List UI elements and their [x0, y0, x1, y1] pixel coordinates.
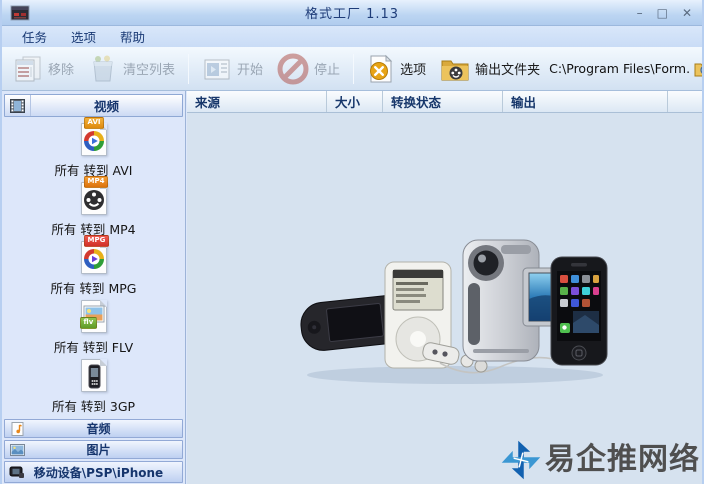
sidebar-section-video[interactable]: 视频	[4, 94, 183, 117]
clear-list-button[interactable]: 清空列表	[81, 51, 182, 87]
column-convert-state[interactable]: 转换状态	[383, 91, 503, 112]
stop-button[interactable]: 停止	[270, 50, 347, 88]
output-folder-icon	[441, 60, 469, 80]
minimize-button[interactable]: –	[637, 7, 643, 19]
format-factory-window: 格式工厂 1.13 – □ ✕ 任务 选项 帮助 移除 清空列表 开始 停止 选…	[0, 0, 704, 484]
mobile-device-icon	[5, 466, 29, 479]
audio-section-label: 音频	[86, 422, 111, 436]
menu-help[interactable]: 帮助	[114, 26, 151, 47]
video-items-list: AVI 所有 转到 AVI MP4 所有 转到 MP4 MPG 所有 转到 MP…	[4, 117, 183, 417]
task-list-area[interactable]: 易企推网络	[187, 113, 702, 484]
output-folder-button[interactable]: 输出文件夹	[433, 52, 547, 86]
watermark-text: 易企推网络	[545, 442, 700, 477]
stop-label: 停止	[314, 63, 341, 78]
sidebar-section-audio[interactable]: 音频	[4, 419, 183, 438]
flv-file-icon: flv	[76, 297, 112, 335]
sidebar-item-all-to-avi[interactable]: AVI 所有 转到 AVI	[4, 117, 183, 179]
options-label: 选项	[400, 63, 427, 78]
mpg-tag: MPG	[83, 235, 110, 247]
sidebar-item-label: 所有 转到 MPG	[50, 281, 137, 296]
sidebar-item-label: 所有 转到 3GP	[51, 399, 136, 414]
film-icon	[5, 95, 31, 116]
main-panel: 来源 大小 转换状态 输出 易企推网络	[187, 91, 702, 484]
sidebar-item-all-to-mpg[interactable]: MPG 所有 转到 MPG	[4, 235, 183, 297]
browse-output-button[interactable]	[694, 60, 702, 78]
sidebar-item-label: 所有 转到 FLV	[53, 340, 134, 355]
menu-options[interactable]: 选项	[65, 26, 102, 47]
sidebar-item-all-to-3gp[interactable]: 所有 转到 3GP	[4, 356, 183, 415]
maximize-button[interactable]: □	[657, 7, 668, 19]
avi-file-icon: AVI	[76, 117, 112, 158]
watermark-logo-icon	[501, 440, 541, 480]
column-output[interactable]: 输出	[503, 91, 668, 112]
toolbar-separator	[353, 53, 355, 84]
sidebar-section-picture[interactable]: 图片	[4, 440, 183, 459]
browse-folder-icon	[694, 63, 702, 76]
picture-icon	[5, 443, 29, 456]
sidebar: 视频 AVI 所有 转到 AVI MP4 所有 转到 MP4 MPG 所有 转到…	[2, 91, 186, 484]
start-label: 开始	[237, 63, 264, 78]
column-size[interactable]: 大小	[327, 91, 383, 112]
clear-list-label: 清空列表	[123, 63, 176, 78]
watermark: 易企推网络	[499, 438, 700, 482]
column-source[interactable]: 来源	[187, 91, 327, 112]
avi-tag: AVI	[83, 117, 105, 129]
close-button[interactable]: ✕	[682, 7, 692, 19]
picture-section-label: 图片	[86, 443, 111, 457]
column-blank	[668, 91, 702, 112]
trash-icon	[93, 55, 113, 81]
sidebar-section-mobile-devices[interactable]: 移动设备\PSP\iPhone	[4, 461, 183, 483]
remove-list-icon	[15, 56, 41, 81]
task-list-header: 来源 大小 转换状态 输出	[187, 91, 702, 113]
sidebar-item-all-to-flv[interactable]: flv 所有 转到 FLV	[4, 297, 183, 356]
stop-icon	[277, 53, 309, 84]
options-icon	[370, 54, 393, 82]
3gp-file-icon	[76, 356, 112, 394]
menubar: 任务 选项 帮助	[2, 26, 702, 47]
toolbar: 移除 清空列表 开始 停止 选项 输出文件夹 C:\Program Files\…	[2, 47, 702, 91]
music-note-icon	[5, 421, 29, 436]
flv-tag: flv	[79, 317, 98, 329]
mobile-section-label: 移动设备\PSP\iPhone	[33, 465, 164, 480]
menu-tasks[interactable]: 任务	[16, 26, 53, 47]
remove-button[interactable]: 移除	[6, 51, 81, 87]
mpg-file-icon: MPG	[76, 235, 112, 276]
output-path-value: C:\Program Files\Form.	[549, 61, 691, 76]
devices-illustration	[300, 239, 608, 384]
start-button[interactable]: 开始	[195, 51, 270, 87]
mp4-file-icon: MP4	[76, 176, 112, 217]
toolbar-separator	[188, 53, 190, 84]
mp4-tag: MP4	[83, 176, 109, 188]
titlebar: 格式工厂 1.13 – □ ✕	[2, 0, 702, 26]
start-icon	[204, 59, 230, 79]
output-folder-label: 输出文件夹	[475, 63, 541, 78]
video-section-label: 视频	[93, 99, 119, 114]
window-title: 格式工厂 1.13	[304, 7, 400, 22]
remove-label: 移除	[48, 63, 75, 78]
options-button[interactable]: 选项	[360, 51, 433, 87]
sidebar-item-all-to-mp4[interactable]: MP4 所有 转到 MP4	[4, 176, 183, 238]
